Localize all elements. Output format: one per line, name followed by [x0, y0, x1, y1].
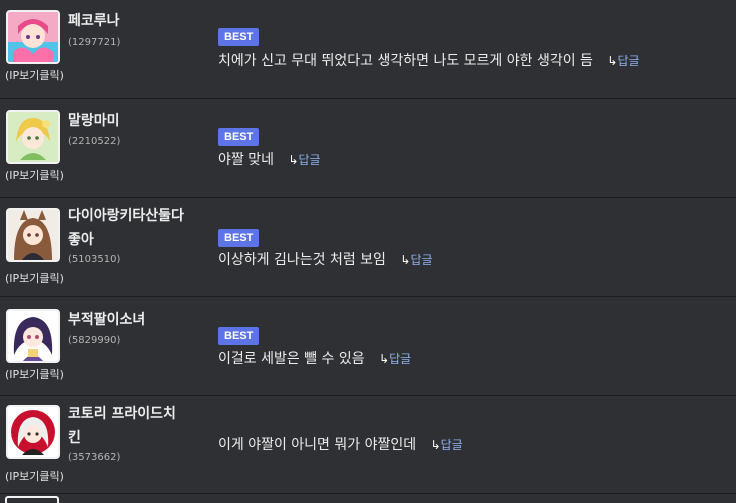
reply-arrow-icon: ↳ [607, 54, 618, 68]
reply-button[interactable]: ↳답글 [379, 352, 411, 366]
comment-item: 부적팔이소녀 (5829990) (IP보기클릭) BEST 이걸로 세발은 뺄… [0, 297, 736, 396]
reply-button[interactable]: ↳답글 [607, 54, 639, 68]
nickname[interactable]: 페코루나 [68, 11, 120, 31]
best-badge: BEST [218, 28, 260, 46]
nickname-line-1: 코토리 프라이드치 [68, 406, 176, 422]
kfc-colonel-girl-avatar[interactable] [6, 405, 60, 459]
ip-view-link[interactable]: (IP보기클릭) [5, 169, 64, 183]
comment-body: 이걸로 세발은 뺄 수 있음 [218, 351, 365, 367]
nickname[interactable]: 다이아랑키타산둘다 좋아 [68, 206, 184, 250]
reply-arrow-icon: ↳ [379, 352, 390, 366]
next-avatar-edge [5, 496, 59, 503]
user-id: (3573662) [68, 452, 121, 463]
user-id: (5829990) [68, 335, 121, 346]
comment-text: 치에가 신고 무대 뛰었다고 생각하면 나도 모르게 야한 생각이 듬 ↳답글 [218, 51, 640, 71]
reply-arrow-icon: ↳ [430, 438, 441, 452]
best-badge: BEST [218, 327, 260, 345]
comment-body: 이게 야짤이 아니면 뭐가 야짤인데 [218, 437, 417, 453]
nickname[interactable]: 말랑마미 [68, 111, 120, 131]
nickname[interactable]: 코토리 프라이드치 킨 [68, 404, 176, 448]
ip-view-link[interactable]: (IP보기클릭) [5, 272, 64, 286]
anime-girl-blonde-avatar[interactable] [6, 110, 60, 164]
reply-label: 답글 [389, 352, 412, 366]
reply-arrow-icon: ↳ [288, 153, 299, 167]
comment-item: 말랑마미 (2210522) (IP보기클릭) BEST 야짤 맞네 ↳답글 [0, 99, 736, 198]
comment-text: 야짤 맞네 ↳답글 [218, 150, 321, 170]
nickname-line-2: 킨 [68, 430, 81, 446]
comment-text: 이상하게 김나는것 처럼 보임 ↳답글 [218, 250, 433, 270]
comment-body: 이상하게 김나는것 처럼 보임 [218, 252, 386, 268]
anime-girl-pink-avatar[interactable] [6, 10, 60, 64]
reply-label: 답글 [617, 54, 640, 68]
user-id: (2210522) [68, 136, 121, 147]
reply-button[interactable]: ↳답글 [288, 153, 320, 167]
comment-item: 코토리 프라이드치 킨 (3573662) (IP보기클릭) 이게 야짤이 아니… [0, 396, 736, 494]
best-badge: BEST [218, 128, 260, 146]
comment-item: 페코루나 (1297721) (IP보기클릭) BEST 치에가 신고 무대 뛰… [0, 0, 736, 99]
nickname[interactable]: 부적팔이소녀 [68, 310, 145, 330]
comment-text: 이게 야짤이 아니면 뭐가 야짤인데 ↳답글 [218, 435, 463, 455]
reply-button[interactable]: ↳답글 [431, 438, 463, 452]
comment-item: 다이아랑키타산둘다 좋아 (5103510) (IP보기클릭) BEST 이상하… [0, 198, 736, 297]
nickname-line-2: 좋아 [68, 232, 94, 248]
nickname-line-1: 다이아랑키타산둘다 [68, 208, 184, 224]
ip-view-link[interactable]: (IP보기클릭) [5, 470, 64, 484]
anime-girl-horse-ears-avatar[interactable] [6, 208, 60, 262]
ip-view-link[interactable]: (IP보기클릭) [5, 368, 64, 382]
reply-label: 답글 [410, 253, 433, 267]
reply-label: 답글 [440, 438, 463, 452]
comment-text: 이걸로 세발은 뺄 수 있음 ↳답글 [218, 349, 411, 369]
reply-arrow-icon: ↳ [400, 253, 411, 267]
reply-button[interactable]: ↳답글 [400, 253, 432, 267]
anime-girl-purple-hair-avatar[interactable] [6, 309, 60, 363]
comment-list: 페코루나 (1297721) (IP보기클릭) BEST 치에가 신고 무대 뛰… [0, 0, 736, 503]
comment-body: 야짤 맞네 [218, 152, 274, 168]
comment-body: 치에가 신고 무대 뛰었다고 생각하면 나도 모르게 야한 생각이 듬 [218, 53, 593, 69]
best-badge: BEST [218, 229, 260, 247]
user-id: (1297721) [68, 37, 121, 48]
user-id: (5103510) [68, 254, 121, 265]
reply-label: 답글 [298, 153, 321, 167]
ip-view-link[interactable]: (IP보기클릭) [5, 69, 64, 83]
